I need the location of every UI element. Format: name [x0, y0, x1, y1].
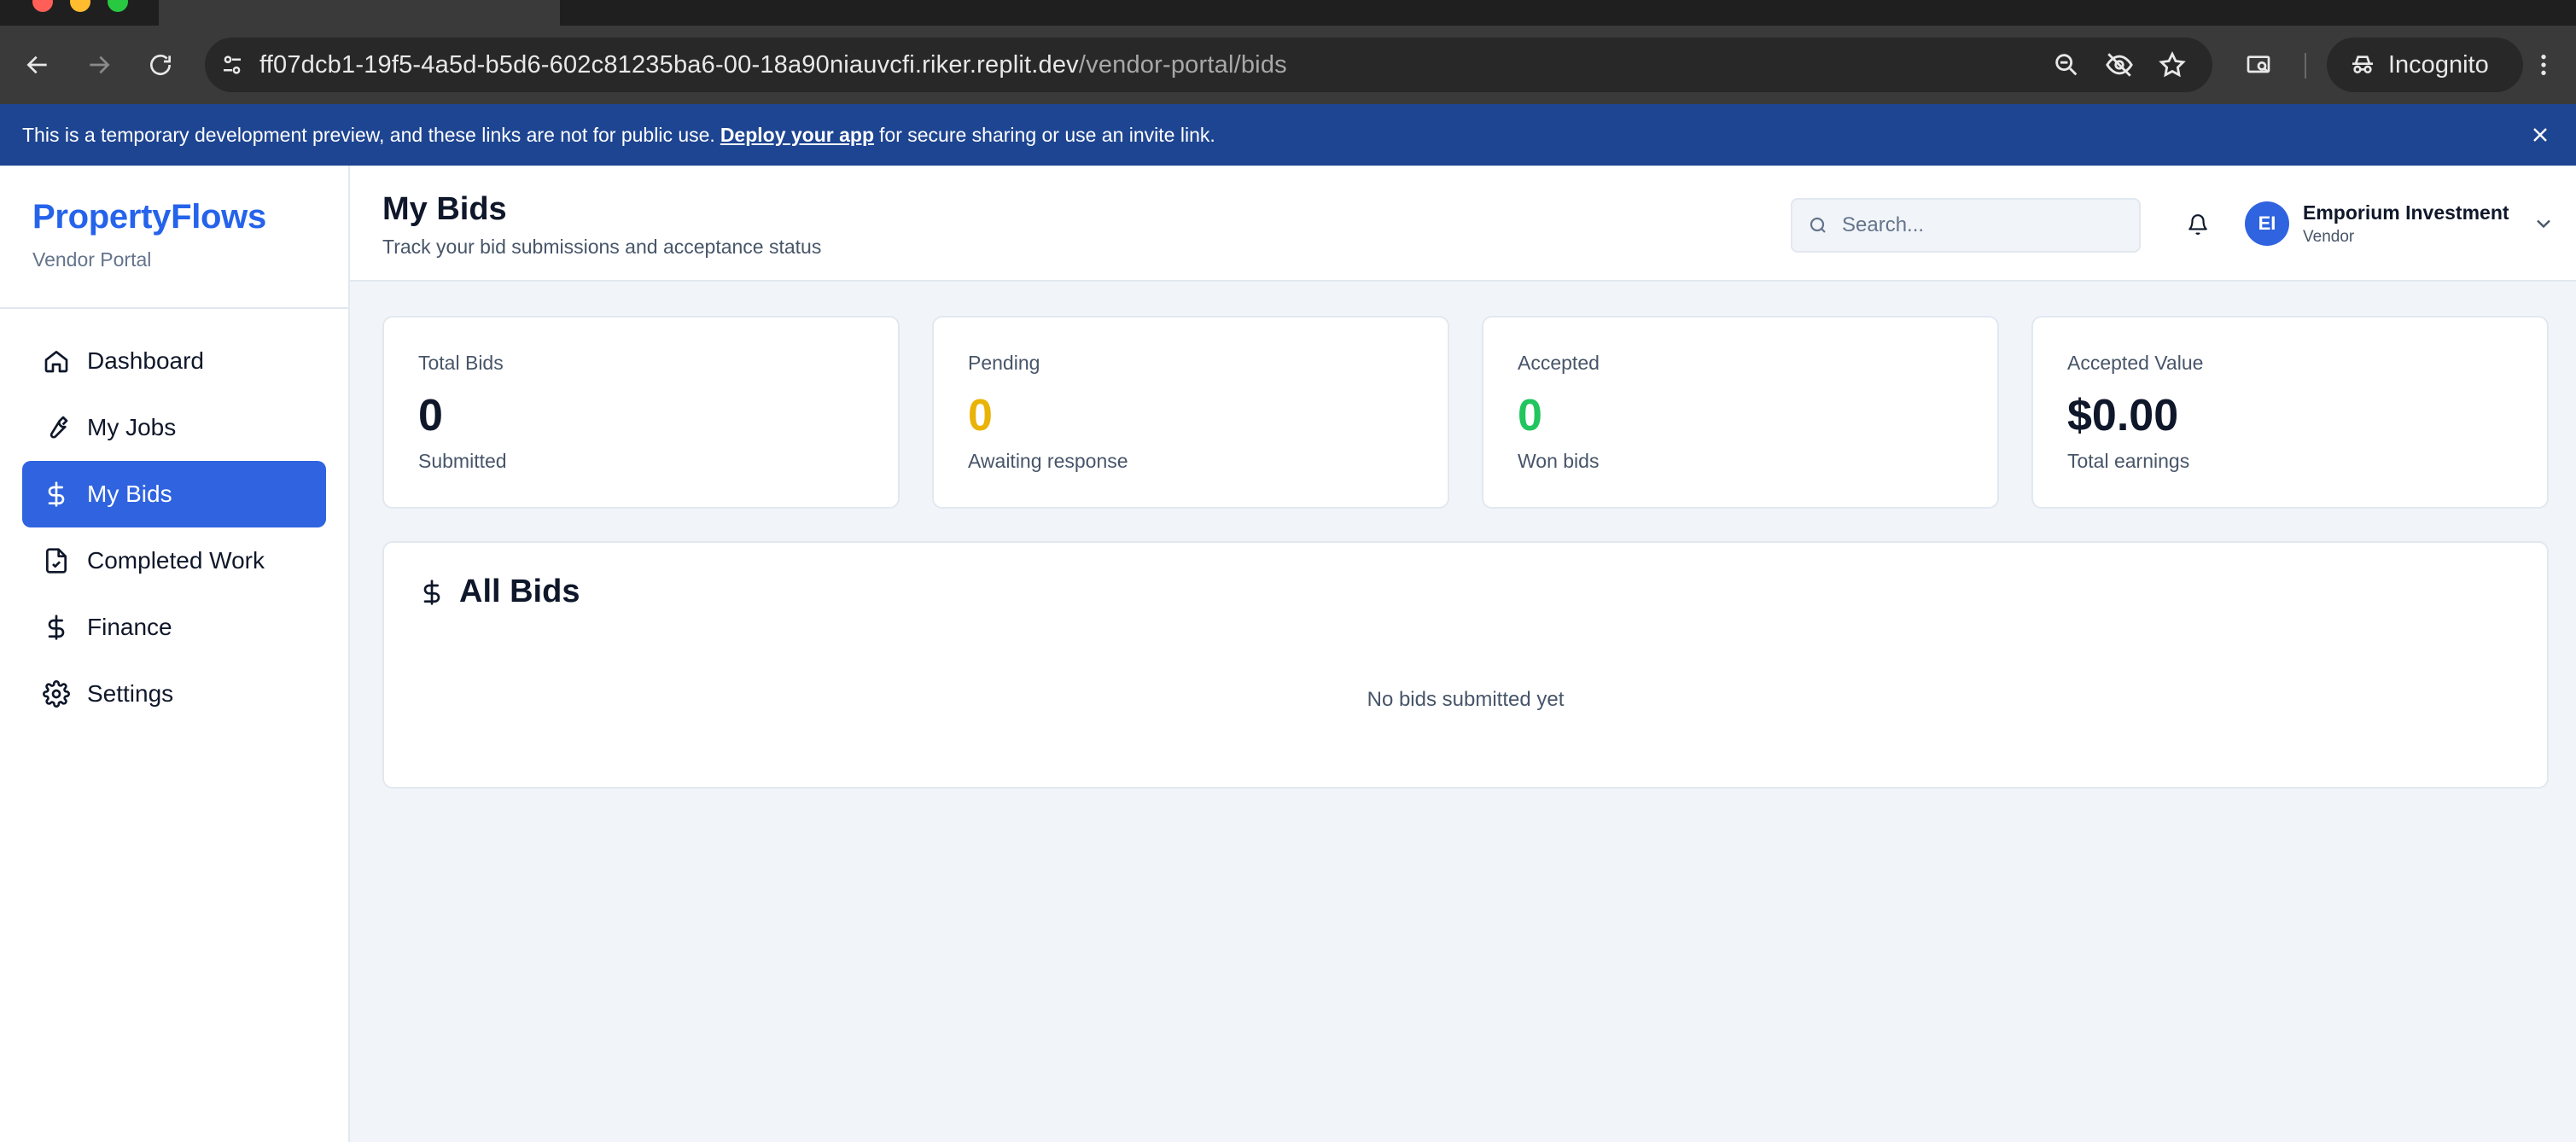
eye-off-icon[interactable]	[2105, 50, 2134, 79]
stat-label: Total Bids	[418, 352, 504, 374]
cast-button[interactable]	[2236, 43, 2281, 87]
maximize-window-dot[interactable]	[108, 0, 128, 12]
banner-text-after: for secure sharing or use an invite link…	[879, 123, 1215, 146]
stat-value: $0.00	[2067, 391, 2179, 440]
avatar: EI	[2245, 201, 2289, 246]
sidebar-item-label: My Bids	[87, 481, 172, 507]
stat-caption: Won bids	[1518, 450, 1600, 472]
stat-card-total-bids: Total Bids 0 Submitted	[382, 316, 900, 509]
star-icon[interactable]	[2158, 50, 2187, 79]
brand-subtitle: Vendor Portal	[32, 248, 152, 271]
sidebar-item-completed-work[interactable]: Completed Work	[22, 527, 326, 594]
arrow-right-icon	[90, 55, 110, 74]
sidebar-item-label: Completed Work	[87, 547, 265, 574]
banner-text-before: This is a temporary development preview,…	[22, 123, 715, 146]
site-info-button[interactable]	[205, 38, 259, 92]
user-role: Vendor	[2303, 227, 2355, 246]
sidebar-nav: Dashboard My Jobs My Bids Completed Work…	[0, 309, 348, 746]
back-button[interactable]	[15, 43, 60, 87]
all-bids-header: All Bids	[418, 574, 580, 610]
wrench-icon	[50, 416, 68, 439]
user-info: Emporium Investment Vendor	[2303, 201, 2509, 247]
forward-button[interactable]	[77, 43, 121, 87]
browser-toolbar: ff07dcb1-19f5-4a5d-b5d6-602c81235ba6-00-…	[0, 26, 2576, 104]
arrow-left-icon	[26, 55, 47, 74]
incognito-icon	[2352, 55, 2373, 73]
zoom-out-icon[interactable]	[2052, 50, 2081, 79]
sidebar-item-dashboard[interactable]: Dashboard	[22, 328, 326, 394]
url-text[interactable]: ff07dcb1-19f5-4a5d-b5d6-602c81235ba6-00-…	[259, 51, 1287, 79]
page-header: My Bids Track your bid submissions and a…	[350, 166, 2576, 282]
search-icon	[1810, 217, 1826, 233]
dollar-icon	[48, 615, 65, 640]
all-bids-title: All Bids	[459, 574, 580, 609]
tune-icon	[224, 55, 241, 74]
search-box[interactable]	[1791, 198, 2141, 253]
chevron-down-icon	[2536, 219, 2550, 229]
stat-card-accepted: Accepted 0 Won bids	[1482, 316, 1999, 509]
sidebar-item-label: Finance	[87, 614, 172, 640]
stat-caption: Total earnings	[2067, 450, 2190, 472]
toolbar-separator	[2305, 53, 2306, 79]
close-icon	[2533, 128, 2547, 142]
home-icon	[44, 351, 68, 373]
sidebar-item-my-bids[interactable]: My Bids	[22, 461, 326, 527]
empty-state-text: No bids submitted yet	[1367, 688, 1565, 711]
sidebar-item-label: Settings	[87, 680, 174, 707]
sidebar-item-label: Dashboard	[87, 347, 204, 374]
bell-icon	[2188, 214, 2207, 235]
stat-card-accepted-value: Accepted Value $0.00 Total earnings	[2031, 316, 2549, 509]
active-browser-tab[interactable]	[159, 0, 560, 26]
url-path: /vendor-portal/bids	[1078, 50, 1287, 79]
user-name: Emporium Investment	[2303, 201, 2509, 224]
sidebar-item-label: My Jobs	[87, 414, 177, 440]
sidebar-item-finance[interactable]: Finance	[22, 594, 326, 661]
close-window-dot[interactable]	[32, 0, 53, 12]
stat-caption: Awaiting response	[968, 450, 1128, 472]
stat-caption: Submitted	[418, 450, 507, 472]
incognito-indicator[interactable]: Incognito	[2327, 38, 2523, 92]
browser-menu-button[interactable]	[2521, 43, 2566, 87]
user-menu[interactable]: EI Emporium Investment Vendor	[2245, 196, 2556, 251]
address-bar[interactable]: ff07dcb1-19f5-4a5d-b5d6-602c81235ba6-00-…	[205, 38, 2212, 92]
search-input[interactable]	[1842, 213, 2115, 237]
address-bar-actions	[2052, 38, 2187, 92]
stat-label: Accepted	[1518, 352, 1600, 374]
stat-value: 0	[968, 391, 993, 440]
reload-button[interactable]	[138, 43, 183, 87]
minimize-window-dot[interactable]	[70, 0, 90, 12]
stat-card-pending: Pending 0 Awaiting response	[932, 316, 1449, 509]
sidebar: PropertyFlows Vendor Portal Dashboard My…	[0, 166, 350, 1142]
gear-icon	[43, 680, 70, 708]
stat-label: Pending	[968, 352, 1040, 374]
stat-value: 0	[1518, 391, 1542, 440]
deploy-app-link[interactable]: Deploy your app	[720, 124, 874, 147]
stat-value: 0	[418, 391, 443, 440]
sidebar-item-my-jobs[interactable]: My Jobs	[22, 394, 326, 461]
dev-preview-banner: This is a temporary development preview,…	[0, 104, 2576, 166]
dollar-icon	[48, 481, 65, 507]
dollar-icon	[423, 579, 440, 605]
file-check-icon	[46, 548, 67, 574]
page-title: My Bids	[382, 191, 507, 227]
stat-label: Accepted Value	[2067, 352, 2204, 374]
url-host: ff07dcb1-19f5-4a5d-b5d6-602c81235ba6-00-…	[259, 50, 1079, 79]
reload-icon	[150, 55, 171, 75]
notifications-button[interactable]	[2178, 205, 2218, 244]
media-search-icon	[2247, 55, 2270, 73]
sidebar-item-settings[interactable]: Settings	[22, 661, 326, 727]
incognito-label: Incognito	[2388, 50, 2489, 79]
banner-close-button[interactable]	[2526, 121, 2554, 149]
browser-tabstrip	[0, 0, 2576, 26]
all-bids-panel: All Bids No bids submitted yet	[382, 541, 2549, 789]
brand: PropertyFlows Vendor Portal	[0, 166, 348, 309]
brand-title[interactable]: PropertyFlows	[32, 198, 348, 236]
more-vertical-icon	[2541, 55, 2546, 75]
page-subtitle: Track your bid submissions and acceptanc…	[382, 236, 822, 258]
